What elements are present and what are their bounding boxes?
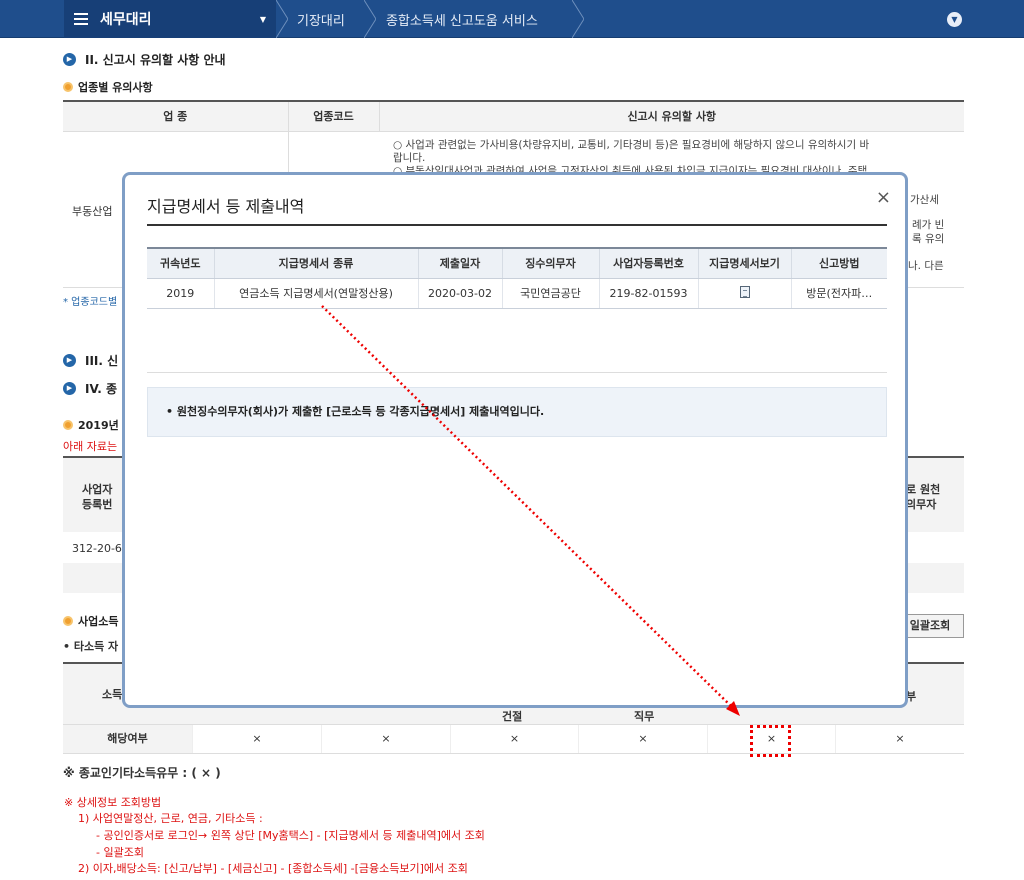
annotation-arrow — [321, 305, 740, 716]
